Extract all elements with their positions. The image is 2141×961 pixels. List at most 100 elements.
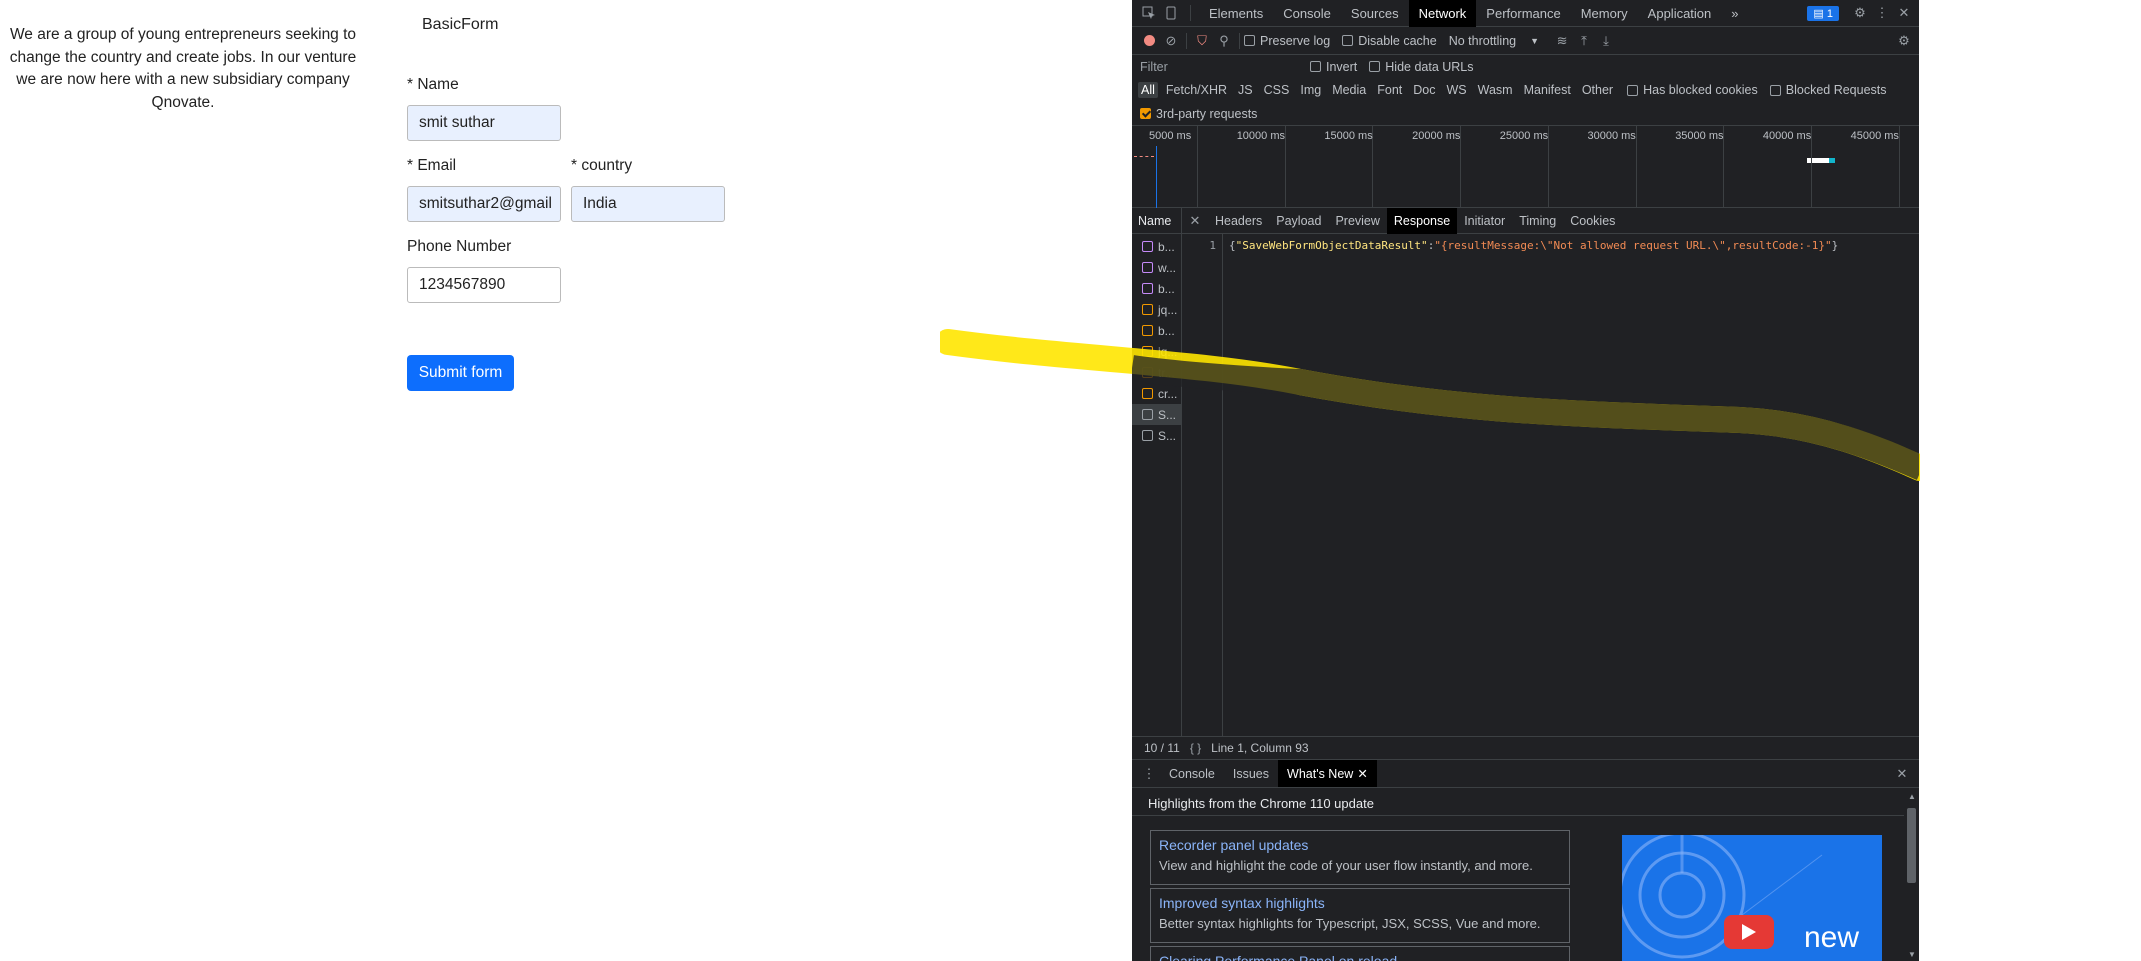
drawer-tab-label: Console <box>1169 766 1215 781</box>
timeline-dom-marker <box>1156 146 1157 208</box>
type-filter-img[interactable]: Img <box>1297 82 1324 98</box>
card-title[interactable]: Recorder panel updates <box>1159 837 1561 853</box>
name-input[interactable]: smit suthar <box>407 105 561 141</box>
drawer-tab-whatsnew[interactable]: What's New ✕ <box>1278 760 1377 787</box>
hide-data-urls-checkbox[interactable]: Hide data URLs <box>1369 60 1474 74</box>
scrollbar-thumb[interactable] <box>1907 808 1916 883</box>
tab-timing[interactable]: Timing <box>1512 208 1563 234</box>
request-row[interactable]: b... <box>1132 236 1182 257</box>
export-har-icon[interactable]: ⤓ <box>1595 30 1617 52</box>
tab-headers[interactable]: Headers <box>1208 208 1269 234</box>
tab-console[interactable]: Console <box>1273 0 1341 27</box>
brand-title[interactable]: BasicForm <box>422 16 498 34</box>
response-json-line[interactable]: {"SaveWebFormObjectDataResult":"{resultM… <box>1229 239 1838 252</box>
scroll-down-icon[interactable]: ▼ <box>1908 950 1916 959</box>
drawer-tab-label: What's New <box>1287 766 1354 781</box>
clear-icon[interactable]: ⊘ <box>1160 30 1182 52</box>
type-filter-doc[interactable]: Doc <box>1410 82 1438 98</box>
tab-initiator[interactable]: Initiator <box>1457 208 1512 234</box>
tab-cookies[interactable]: Cookies <box>1563 208 1622 234</box>
blocked-cookies-label: Has blocked cookies <box>1643 83 1758 97</box>
pretty-print-icon[interactable]: { } <box>1190 741 1201 755</box>
type-filter-manifest[interactable]: Manifest <box>1521 82 1574 98</box>
search-icon[interactable]: ⚲ <box>1213 30 1235 52</box>
submit-form-button[interactable]: Submit form <box>407 355 514 391</box>
card-title[interactable]: Clearing Performance Panel on reload <box>1159 953 1561 961</box>
scroll-up-icon[interactable]: ▲ <box>1908 792 1916 801</box>
request-name: jq... <box>1158 302 1178 317</box>
third-party-checkbox[interactable]: 3rd-party requests <box>1140 107 1257 121</box>
request-row[interactable]: b... <box>1132 278 1182 299</box>
tab-elements[interactable]: Elements <box>1199 0 1273 27</box>
filter-icon[interactable]: ⛉ <box>1191 30 1213 52</box>
card-title[interactable]: Improved syntax highlights <box>1159 895 1561 911</box>
drawer-menu-icon[interactable]: ⋮ <box>1138 763 1160 785</box>
type-filter-font[interactable]: Font <box>1374 82 1405 98</box>
whats-new-video-thumbnail[interactable]: new <box>1622 835 1882 961</box>
type-filter-all[interactable]: All <box>1138 82 1158 98</box>
issues-badge[interactable]: ▤ 1 <box>1807 5 1839 21</box>
tab-sources[interactable]: Sources <box>1341 0 1409 27</box>
tab-response[interactable]: Response <box>1386 207 1458 234</box>
tab-preview[interactable]: Preview <box>1328 208 1386 234</box>
record-icon[interactable] <box>1138 30 1160 52</box>
close-tab-icon[interactable]: ✕ <box>1357 766 1367 781</box>
whats-new-heading: Highlights from the Chrome 110 update <box>1148 796 1374 811</box>
invert-checkbox[interactable]: Invert <box>1310 60 1357 74</box>
close-drawer-icon[interactable]: ✕ <box>1891 763 1913 785</box>
timeline-early-requests <box>1134 156 1154 157</box>
device-toolbar-icon[interactable] <box>1160 2 1182 24</box>
blocked-requests-checkbox[interactable]: Blocked Requests <box>1769 83 1887 97</box>
whats-new-card[interactable]: Improved syntax highlights Better syntax… <box>1150 888 1570 943</box>
drawer-scrollbar[interactable]: ▲ ▼ <box>1904 790 1919 961</box>
inspect-element-icon[interactable] <box>1138 2 1160 24</box>
request-name: b... <box>1158 239 1175 254</box>
type-filter-wasm[interactable]: Wasm <box>1475 82 1516 98</box>
tab-performance[interactable]: Performance <box>1476 0 1570 27</box>
devtools-main-tabs: Elements Console Sources Network Performance… <box>1132 0 1919 27</box>
highlighter-stroke-dark-overlay <box>1132 355 1919 480</box>
more-options-icon[interactable]: ⋮ <box>1871 2 1893 24</box>
close-devtools-icon[interactable]: ✕ <box>1893 2 1915 24</box>
tab-memory[interactable]: Memory <box>1571 0 1638 27</box>
settings-gear-icon[interactable]: ⚙ <box>1849 2 1871 24</box>
network-conditions-icon[interactable]: ≋ <box>1551 30 1573 52</box>
tab-payload[interactable]: Payload <box>1269 208 1328 234</box>
type-filter-other[interactable]: Other <box>1579 82 1616 98</box>
timeline-tick-label: 30000 ms <box>1587 130 1636 142</box>
type-filter-fetchxhr[interactable]: Fetch/XHR <box>1163 82 1230 98</box>
network-settings-gear-icon[interactable]: ⚙ <box>1893 30 1915 52</box>
email-input[interactable]: smitsuthar2@gmail <box>407 186 561 222</box>
network-overview-timeline[interactable]: 5000 ms 10000 ms 15000 ms 20000 ms 25000 ms 3… <box>1132 126 1919 208</box>
more-tabs-icon[interactable]: » <box>1721 0 1748 27</box>
country-input[interactable]: India <box>571 186 725 222</box>
type-filter-media[interactable]: Media <box>1329 82 1369 98</box>
request-row[interactable]: w... <box>1132 257 1182 278</box>
tab-application[interactable]: Application <box>1638 0 1722 27</box>
drawer-tab-console[interactable]: Console <box>1160 760 1224 787</box>
drawer-tab-issues[interactable]: Issues <box>1224 760 1278 787</box>
type-filter-ws[interactable]: WS <box>1443 82 1469 98</box>
blocked-cookies-checkbox[interactable]: Has blocked cookies <box>1627 83 1758 97</box>
third-party-row: 3rd-party requests <box>1132 102 1919 126</box>
invert-label: Invert <box>1326 59 1358 74</box>
disable-cache-checkbox[interactable]: Disable cache <box>1342 34 1437 48</box>
whats-new-card[interactable]: Clearing Performance Panel on reload <box>1150 946 1570 961</box>
youtube-play-icon[interactable] <box>1724 915 1774 949</box>
whats-new-card[interactable]: Recorder panel updates View and highligh… <box>1150 830 1570 885</box>
phone-input[interactable]: 1234567890 <box>407 267 561 303</box>
close-detail-icon[interactable]: ✕ <box>1184 210 1206 232</box>
tab-network[interactable]: Network <box>1408 0 1477 27</box>
import-har-icon[interactable]: ⤒ <box>1573 30 1595 52</box>
throttling-select[interactable]: No throttling ▼ <box>1449 34 1539 48</box>
type-filter-js[interactable]: JS <box>1235 82 1256 98</box>
type-filter-css[interactable]: CSS <box>1261 82 1293 98</box>
preserve-log-checkbox[interactable]: Preserve log <box>1244 34 1330 48</box>
name-column-header[interactable]: Name <box>1132 207 1182 234</box>
file-type-icon <box>1142 241 1153 252</box>
filter-input[interactable]: Filter <box>1140 60 1310 74</box>
request-row[interactable]: jq... <box>1132 299 1182 320</box>
email-label: * Email <box>407 157 457 174</box>
status-bar: 10 / 11 { } Line 1, Column 93 <box>1132 736 1919 760</box>
disable-cache-label: Disable cache <box>1358 33 1437 48</box>
